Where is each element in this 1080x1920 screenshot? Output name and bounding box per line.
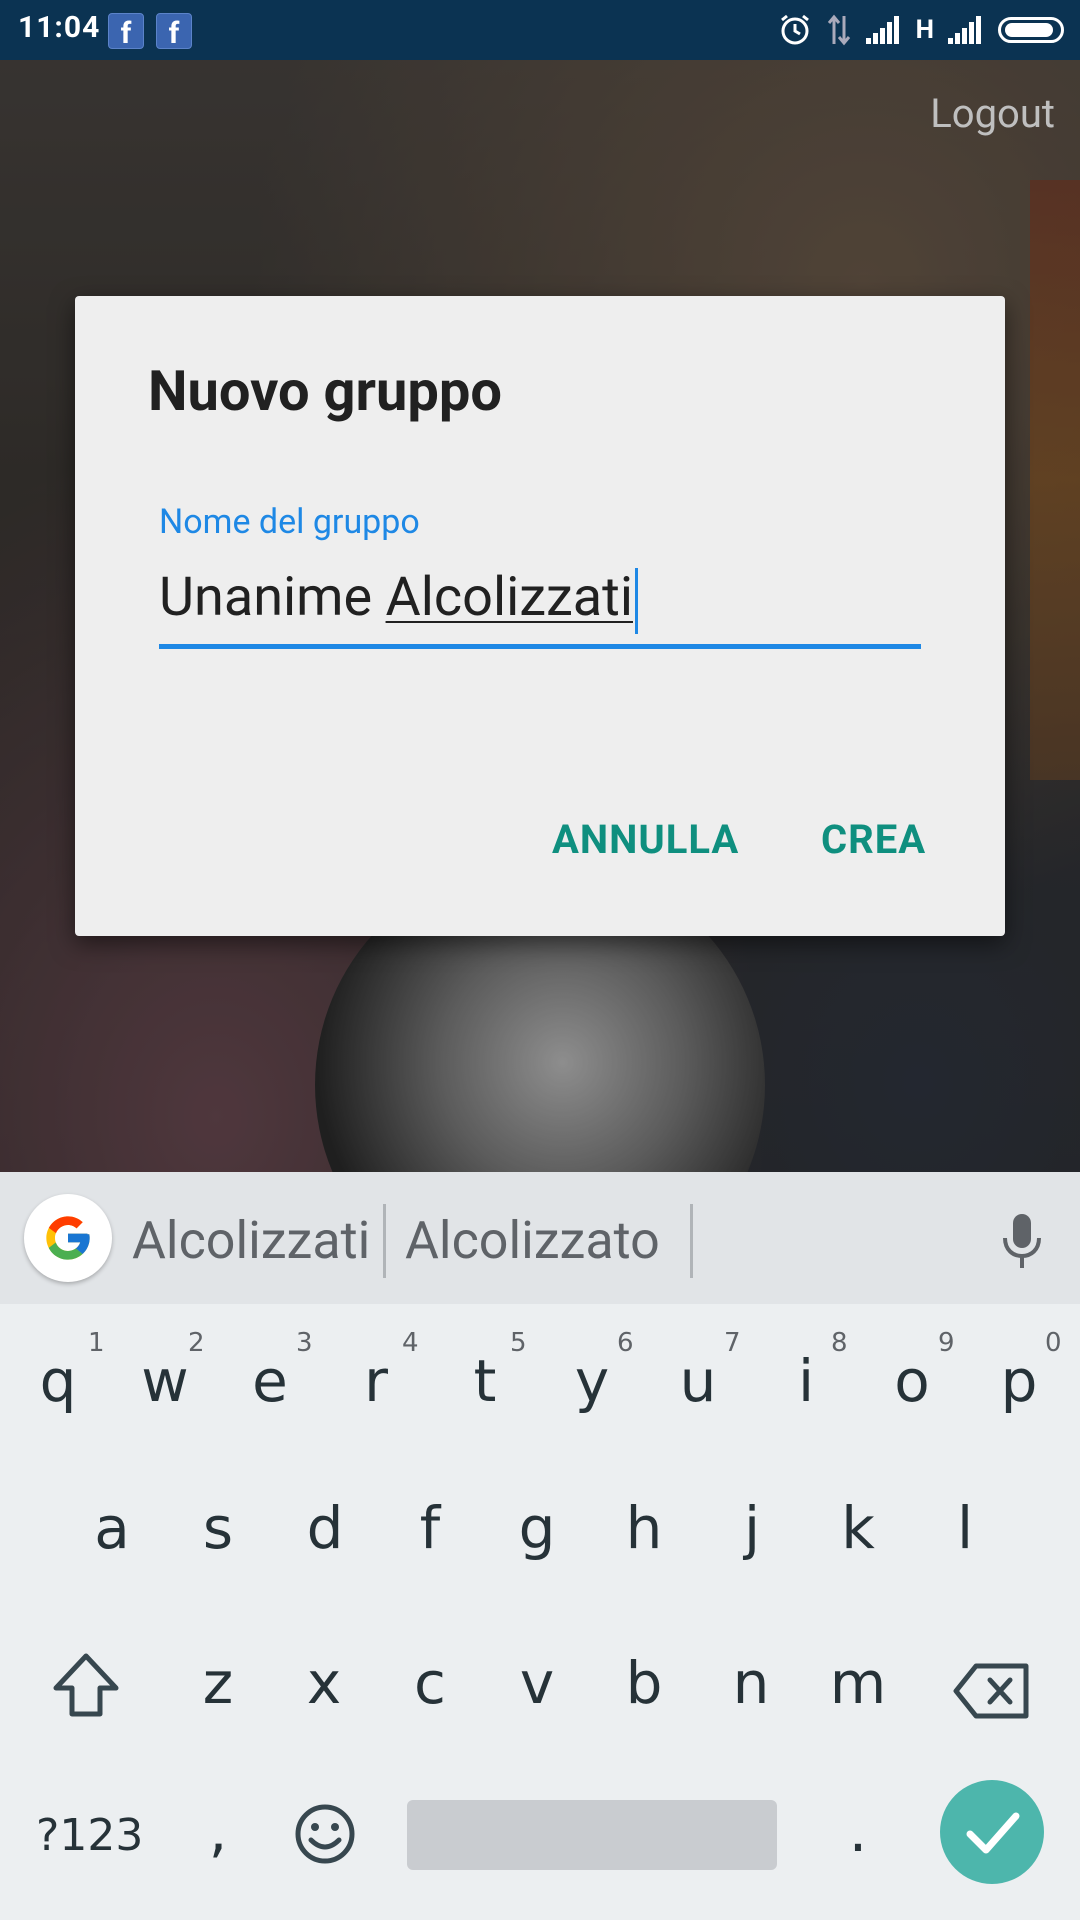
key-d[interactable]: d bbox=[275, 1494, 375, 1562]
dialog-title: Nuovo gruppo bbox=[148, 358, 503, 424]
key-hint: 3 bbox=[296, 1328, 313, 1358]
key-c[interactable]: c bbox=[380, 1649, 480, 1717]
done-button[interactable] bbox=[940, 1780, 1044, 1884]
symbols-key[interactable]: ?123 bbox=[36, 1810, 143, 1861]
backspace-icon[interactable] bbox=[952, 1662, 1032, 1720]
check-icon bbox=[966, 1812, 1020, 1854]
key-hint: 7 bbox=[724, 1328, 741, 1358]
google-g-icon bbox=[46, 1216, 90, 1260]
key-hint: 0 bbox=[1045, 1328, 1062, 1358]
key-period[interactable]: . bbox=[808, 1797, 908, 1865]
key-x[interactable]: x bbox=[274, 1649, 374, 1717]
status-icons: H bbox=[778, 12, 1064, 48]
google-button[interactable] bbox=[24, 1194, 112, 1282]
key-h[interactable]: h bbox=[594, 1494, 694, 1562]
network-type: H bbox=[915, 15, 934, 45]
suggestion-item[interactable]: Alcolizzati bbox=[132, 1210, 370, 1271]
suggestion-divider bbox=[383, 1204, 386, 1278]
input-text: Unanime bbox=[159, 566, 386, 629]
key-comma[interactable]: , bbox=[168, 1797, 268, 1865]
key-hint: 4 bbox=[402, 1328, 419, 1358]
key-hint: 9 bbox=[938, 1328, 955, 1358]
input-underline bbox=[159, 644, 921, 649]
signal-icon bbox=[865, 16, 899, 44]
create-button[interactable]: CREA bbox=[821, 816, 926, 863]
battery-icon bbox=[998, 17, 1064, 43]
new-group-dialog: Nuovo gruppo Nome del gruppo Unanime Alc… bbox=[75, 296, 1005, 936]
key-a[interactable]: a bbox=[62, 1494, 162, 1562]
data-transfer-icon bbox=[827, 14, 850, 46]
key-l[interactable]: l bbox=[915, 1494, 1015, 1562]
logout-button[interactable]: Logout bbox=[930, 90, 1055, 137]
status-bar: 11:04 f f H bbox=[0, 0, 1080, 60]
key-v[interactable]: v bbox=[487, 1649, 587, 1717]
status-time: 11:04 bbox=[18, 10, 101, 45]
key-z[interactable]: z bbox=[168, 1649, 268, 1717]
key-g[interactable]: g bbox=[487, 1494, 587, 1562]
suggestion-divider bbox=[690, 1204, 693, 1278]
cancel-button[interactable]: ANNULLA bbox=[552, 816, 739, 863]
composing-text: Alcolizzati bbox=[385, 566, 633, 629]
space-bar[interactable] bbox=[407, 1800, 777, 1870]
group-name-label: Nome del gruppo bbox=[159, 502, 420, 542]
group-name-input[interactable]: Unanime Alcolizzati bbox=[159, 566, 921, 634]
facebook-notification-icon: f bbox=[108, 13, 144, 49]
key-m[interactable]: m bbox=[808, 1649, 908, 1717]
text-cursor bbox=[634, 567, 638, 634]
facebook-notification-icon: f bbox=[156, 13, 192, 49]
suggestion-item[interactable]: Alcolizzato bbox=[405, 1210, 660, 1271]
key-hint: 1 bbox=[88, 1328, 105, 1358]
suggestion-bar: Alcolizzati Alcolizzato bbox=[0, 1172, 1080, 1304]
key-hint: 5 bbox=[510, 1328, 527, 1358]
signal-icon bbox=[948, 16, 981, 44]
shift-icon[interactable] bbox=[50, 1650, 122, 1720]
emoji-icon[interactable] bbox=[293, 1802, 357, 1866]
key-f[interactable]: f bbox=[380, 1494, 480, 1562]
key-s[interactable]: s bbox=[168, 1494, 268, 1562]
microphone-icon[interactable] bbox=[1000, 1212, 1044, 1270]
key-b[interactable]: b bbox=[594, 1649, 694, 1717]
key-hint: 6 bbox=[617, 1328, 634, 1358]
key-j[interactable]: j bbox=[702, 1494, 802, 1562]
key-n[interactable]: n bbox=[701, 1649, 801, 1717]
key-k[interactable]: k bbox=[808, 1494, 908, 1562]
key-hint: 8 bbox=[831, 1328, 848, 1358]
keyboard: Alcolizzati Alcolizzato q w e r t y u i … bbox=[0, 1172, 1080, 1920]
key-hint: 2 bbox=[188, 1328, 205, 1358]
alarm-icon bbox=[780, 14, 809, 45]
